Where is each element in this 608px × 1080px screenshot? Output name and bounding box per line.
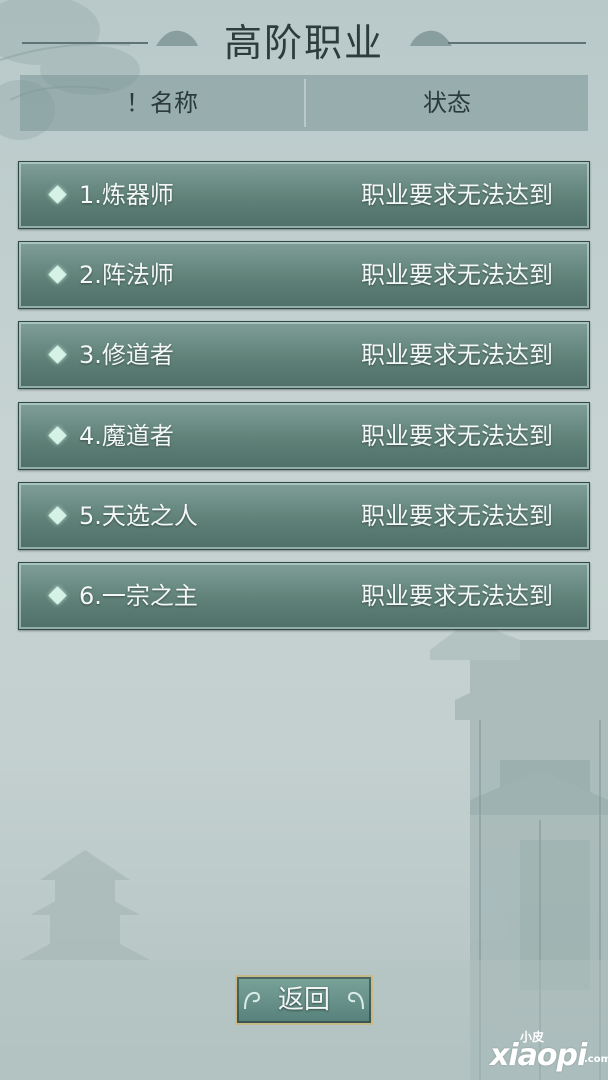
career-name: 4.魔道者 [79, 422, 174, 450]
career-name: 5.天选之人 [79, 502, 198, 530]
career-row-5[interactable]: 5.天选之人 职业要求无法达到 [18, 482, 590, 550]
diamond-icon [48, 426, 67, 445]
career-name: 1.炼器师 [79, 181, 174, 209]
career-name: 2.阵法师 [79, 261, 174, 289]
career-name: 6.一宗之主 [79, 582, 198, 610]
career-row-1[interactable]: 1.炼器师 职业要求无法达到 [18, 161, 590, 229]
column-name-label: ！名称 [126, 89, 198, 117]
career-row-3[interactable]: 3.修道者 职业要求无法达到 [18, 321, 590, 389]
swirl-ornament-right-icon [347, 991, 364, 1010]
career-row-6[interactable]: 6.一宗之主 职业要求无法达到 [18, 562, 590, 630]
career-status: 职业要求无法达到 [361, 181, 553, 209]
column-status-label: 状态 [423, 89, 471, 117]
column-header: ！名称 状态 [20, 75, 588, 131]
diamond-icon [48, 586, 67, 605]
title-line-right [448, 42, 586, 44]
career-status: 职业要求无法达到 [361, 422, 553, 450]
career-row-2[interactable]: 2.阵法师 职业要求无法达到 [18, 241, 590, 309]
watermark-main-text: xiaopi [490, 1038, 587, 1073]
back-button[interactable]: 返回 [235, 975, 373, 1025]
header: 高阶职业 [0, 0, 608, 70]
watermark-suffix-text: .com [584, 1054, 608, 1065]
diamond-icon [48, 506, 67, 525]
page-title: 高阶职业 [223, 21, 384, 65]
diamond-icon [48, 345, 67, 364]
diamond-icon [48, 265, 67, 284]
career-name: 3.修道者 [79, 341, 174, 369]
career-row-4[interactable]: 4.魔道者 职业要求无法达到 [18, 402, 590, 470]
career-status: 职业要求无法达到 [361, 502, 553, 530]
watermark-logo: 小皮 xiaopi .com [490, 1028, 608, 1076]
career-status: 职业要求无法达到 [361, 582, 553, 610]
cloud-ornament-right-icon [410, 30, 452, 46]
diamond-icon [48, 185, 67, 204]
career-status: 职业要求无法达到 [361, 261, 553, 289]
career-status: 职业要求无法达到 [361, 341, 553, 369]
